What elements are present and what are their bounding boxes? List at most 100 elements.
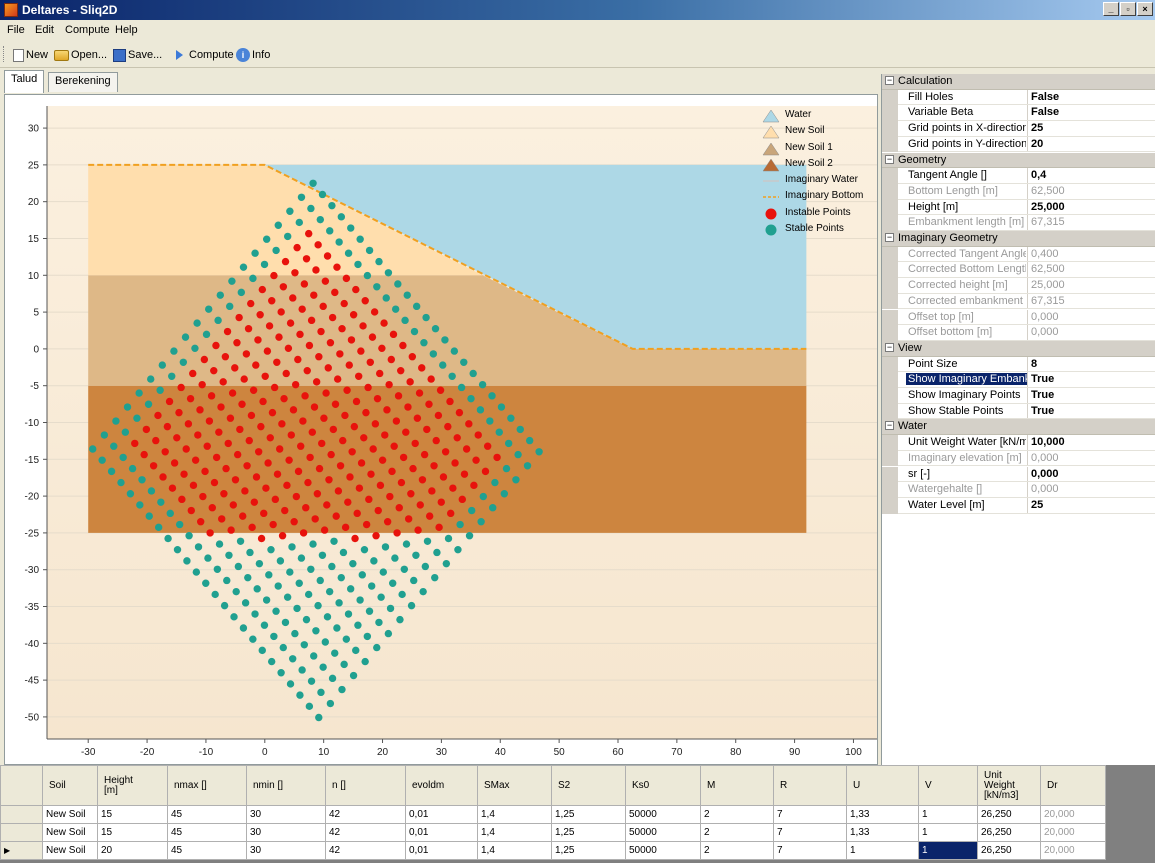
property-row[interactable]: Watergehalte [] 0,000 (882, 482, 1155, 498)
table-cell[interactable]: 1 (918, 823, 978, 842)
compute-button[interactable]: Compute (176, 47, 234, 63)
property-value[interactable]: True (1027, 372, 1155, 388)
table-cell[interactable]: 2 (700, 805, 774, 824)
property-value[interactable]: 62,500 (1027, 183, 1155, 200)
property-row[interactable]: Fill Holes False (882, 89, 1155, 106)
property-row[interactable]: Bottom Length [m] 62,500 (882, 183, 1155, 200)
property-value[interactable]: False (1027, 89, 1155, 106)
column-header[interactable]: R (773, 765, 847, 806)
property-value[interactable]: True (1027, 403, 1155, 420)
table-cell[interactable]: 45 (167, 823, 247, 842)
table-cell[interactable]: 50000 (625, 805, 701, 824)
slope-chart[interactable]: 302520151050-5-10-15-20-25-30-35-40-45-5… (5, 95, 877, 764)
column-header[interactable]: U (846, 765, 919, 806)
table-cell[interactable]: 1 (918, 805, 978, 824)
property-row[interactable]: Corrected Bottom Length 62,500 (882, 262, 1155, 279)
property-value[interactable]: 67,315 (1027, 215, 1155, 231)
menu-file[interactable]: File (7, 24, 25, 36)
table-cell[interactable]: 1,4 (477, 823, 552, 842)
column-header[interactable]: SMax (477, 765, 552, 806)
menu-edit[interactable]: Edit (35, 24, 54, 36)
row-header[interactable]: ▶ (0, 841, 43, 860)
table-cell[interactable]: 1,4 (477, 841, 552, 860)
property-value[interactable]: 0,400 (1027, 246, 1155, 263)
column-header[interactable]: Dr (1040, 765, 1106, 806)
property-row[interactable]: Corrected embankment ler 67,315 (882, 293, 1155, 310)
property-value[interactable]: 0,000 (1027, 466, 1155, 483)
table-cell[interactable]: 20,000 (1040, 841, 1106, 860)
property-value[interactable]: 0,000 (1027, 450, 1155, 467)
property-row[interactable]: Offset bottom [m] 0,000 (882, 325, 1155, 341)
table-cell[interactable]: 42 (325, 823, 406, 842)
table-cell[interactable]: 1,4 (477, 805, 552, 824)
table-cell[interactable]: 30 (246, 805, 326, 824)
category-imaginary-geometry[interactable]: − Imaginary Geometry (882, 231, 1155, 247)
property-row[interactable]: Water Level [m] 25 (882, 497, 1155, 514)
column-header[interactable]: nmin [] (246, 765, 326, 806)
property-row[interactable]: Show Imaginary Points True (882, 388, 1155, 404)
table-cell[interactable]: 1,33 (846, 823, 919, 842)
tab-berekening[interactable]: Berekening (48, 72, 118, 92)
table-cell[interactable]: 1,25 (551, 841, 626, 860)
table-cell[interactable]: 20 (97, 841, 168, 860)
property-value[interactable]: False (1027, 105, 1155, 122)
tab-talud[interactable]: Talud (4, 70, 45, 93)
table-cell[interactable]: New Soil (42, 841, 98, 860)
row-header[interactable] (0, 823, 43, 842)
table-row[interactable]: New Soil 15 45 30 42 0,01 1,4 1,25 50000 2 7 1,33 1 2… (0, 805, 1106, 824)
table-cell[interactable]: 50000 (625, 823, 701, 842)
property-value[interactable]: 8 (1027, 356, 1155, 373)
column-header[interactable]: Unit Weight [kN/m3] (977, 765, 1041, 806)
column-header[interactable]: V (918, 765, 978, 806)
table-cell[interactable]: 7 (773, 823, 847, 842)
toolbar-grip[interactable] (3, 46, 6, 62)
minimize-button[interactable]: _ (1103, 2, 1119, 16)
property-row[interactable]: Show Stable Points True (882, 403, 1155, 420)
property-row[interactable]: Show Imaginary Embankm True (882, 372, 1155, 388)
property-row[interactable]: Grid points in Y-direction 20 (882, 136, 1155, 153)
property-row[interactable]: Corrected Tangent Angle 0,400 (882, 246, 1155, 263)
category-calculation[interactable]: − Calculation (882, 74, 1155, 90)
column-header[interactable]: nmax [] (167, 765, 247, 806)
collapse-icon[interactable]: − (885, 342, 894, 352)
table-cell[interactable]: 42 (325, 805, 406, 824)
table-cell[interactable]: 0,01 (405, 823, 478, 842)
property-row[interactable]: Tangent Angle [] 0,4 (882, 168, 1155, 184)
property-row[interactable]: Corrected height [m] 25,000 (882, 278, 1155, 294)
table-cell[interactable]: 2 (700, 823, 774, 842)
property-row[interactable]: Imaginary elevation [m] 0,000 (882, 450, 1155, 467)
table-cell[interactable]: 26,250 (977, 805, 1041, 824)
property-value[interactable]: 0,000 (1027, 309, 1155, 326)
table-row[interactable]: ▶ New Soil 20 45 30 42 0,01 1,4 1,25 50000 2 7 1 1 26,… (0, 841, 1106, 860)
collapse-icon[interactable]: − (885, 421, 894, 431)
table-cell[interactable]: 26,250 (977, 823, 1041, 842)
property-row[interactable]: Variable Beta False (882, 105, 1155, 122)
column-header[interactable]: n [] (325, 765, 406, 806)
property-value[interactable]: 10,000 (1027, 435, 1155, 451)
table-cell[interactable]: 1 (918, 841, 978, 860)
table-cell[interactable]: 20,000 (1040, 805, 1106, 824)
table-cell[interactable]: 45 (167, 841, 247, 860)
property-value[interactable]: 0,000 (1027, 482, 1155, 498)
column-header[interactable]: Soil (42, 765, 98, 806)
table-cell[interactable]: 20,000 (1040, 823, 1106, 842)
category-water[interactable]: − Water (882, 419, 1155, 436)
category-view[interactable]: − View (882, 340, 1155, 357)
property-row[interactable]: Height [m] 25,000 (882, 199, 1155, 216)
property-value[interactable]: 25 (1027, 121, 1155, 137)
row-header[interactable] (0, 805, 43, 824)
table-cell[interactable]: 1 (846, 841, 919, 860)
property-value[interactable]: 25,000 (1027, 278, 1155, 294)
table-cell[interactable]: 1,25 (551, 823, 626, 842)
table-cell[interactable]: 2 (700, 841, 774, 860)
property-row[interactable]: sr [-] 0,000 (882, 466, 1155, 483)
menu-help[interactable]: Help (115, 24, 138, 36)
column-header[interactable]: S2 (551, 765, 626, 806)
property-row[interactable]: Embankment length [m] 67,315 (882, 215, 1155, 231)
property-value[interactable]: 67,315 (1027, 293, 1155, 310)
table-cell[interactable]: New Soil (42, 805, 98, 824)
table-cell[interactable]: 0,01 (405, 805, 478, 824)
open-button[interactable]: Open... (54, 47, 107, 63)
table-cell[interactable]: 7 (773, 805, 847, 824)
table-cell[interactable]: 26,250 (977, 841, 1041, 860)
